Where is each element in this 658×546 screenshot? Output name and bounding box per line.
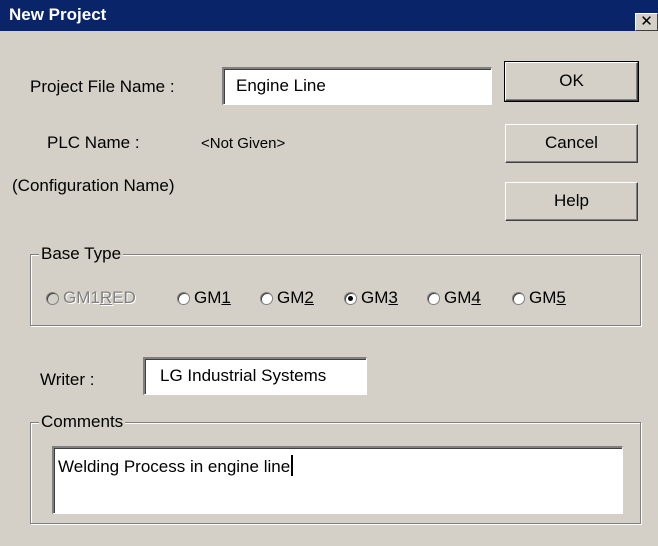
writer-input[interactable]: LG Industrial Systems <box>143 357 367 395</box>
radio-circle <box>46 292 59 305</box>
writer-value: LG Industrial Systems <box>160 366 327 385</box>
ok-button[interactable]: OK <box>504 61 639 102</box>
text-caret <box>291 455 294 476</box>
radio-label-gm2: GM2 <box>277 288 314 307</box>
comments-textarea[interactable]: Welding Process in engine line <box>52 446 623 514</box>
comments-value: Welding Process in engine line <box>58 457 291 476</box>
radio-circle <box>427 292 440 305</box>
radio-label-gm1: GM1 <box>194 288 231 307</box>
window-title: New Project <box>9 5 107 24</box>
radio-label-gm1red: GM1RED <box>63 288 136 307</box>
radio-circle-selected <box>344 292 357 305</box>
radio-label-gm5: GM5 <box>529 288 566 307</box>
help-button[interactable]: Help <box>505 182 638 221</box>
configuration-name-label: (Configuration Name) <box>12 176 175 195</box>
writer-label: Writer : <box>40 370 95 389</box>
new-project-dialog: New Project ✕ Project File Name : Engine… <box>0 0 658 546</box>
project-file-name-label: Project File Name : <box>30 77 175 96</box>
title-bar: New Project ✕ <box>0 0 658 31</box>
plc-name-label: PLC Name : <box>47 133 140 152</box>
cancel-button[interactable]: Cancel <box>505 124 638 163</box>
radio-circle <box>177 292 190 305</box>
comments-title: Comments <box>39 412 126 432</box>
radio-circle <box>260 292 273 305</box>
close-button[interactable]: ✕ <box>635 13 658 31</box>
base-type-title: Base Type <box>39 244 124 264</box>
plc-name-value: <Not Given> <box>201 135 286 152</box>
radio-circle <box>512 292 525 305</box>
radio-label-gm4: GM4 <box>444 288 481 307</box>
radio-label-gm3: GM3 <box>361 288 398 307</box>
project-file-name-input[interactable]: Engine Line <box>222 67 492 105</box>
project-file-name-value: Engine Line <box>236 76 326 95</box>
